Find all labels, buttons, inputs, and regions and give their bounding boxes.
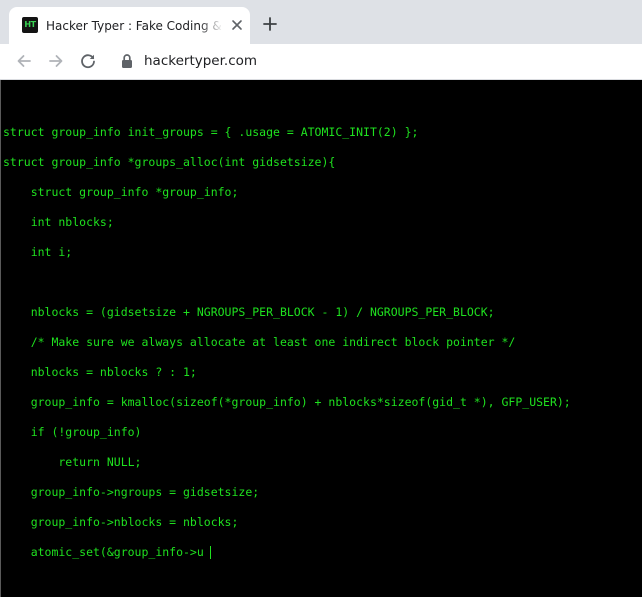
- code-line: int nblocks;: [3, 215, 114, 229]
- code-line: struct group_info *groups_alloc(int gids…: [3, 155, 336, 169]
- tab-title-fade: [199, 15, 223, 37]
- code-line: if (!group_info): [3, 425, 142, 439]
- code-line: group_info->nblocks = nblocks;: [3, 515, 239, 529]
- code-line: group_info = kmalloc(sizeof(*group_info)…: [3, 395, 571, 409]
- close-icon[interactable]: [229, 17, 245, 33]
- content-left-border: [0, 80, 1, 597]
- code-line: nblocks = nblocks ? : 1;: [3, 365, 197, 379]
- browser-tab[interactable]: HT Hacker Typer : Fake Coding & Hacker S…: [9, 7, 250, 44]
- lock-icon[interactable]: [120, 53, 134, 69]
- reload-icon[interactable]: [79, 52, 97, 70]
- browser-toolbar: hackertyper.com: [0, 44, 642, 80]
- arrow-right-icon[interactable]: [47, 52, 65, 70]
- code-line: return NULL;: [3, 455, 142, 469]
- code-line: int i;: [3, 245, 73, 259]
- code-line: /* Make sure we always allocate at least…: [3, 335, 516, 349]
- code-line: struct group_info *group_info;: [3, 185, 239, 199]
- arrow-left-icon[interactable]: [15, 52, 33, 70]
- code-line: atomic_set(&group_info->u: [3, 545, 204, 559]
- tab-strip: HT Hacker Typer : Fake Coding & Hacker S…: [0, 0, 642, 44]
- code-line: nblocks = (gidsetsize + NGROUPS_PER_BLOC…: [3, 305, 495, 319]
- new-tab-plus-icon[interactable]: [262, 16, 278, 32]
- favicon-icon: HT: [22, 17, 38, 33]
- code-line: group_info->ngroups = gidsetsize;: [3, 485, 260, 499]
- tab-title: Hacker Typer : Fake Coding & Hacker Simu…: [46, 19, 222, 33]
- code-terminal[interactable]: struct group_info init_groups = { .usage…: [0, 80, 642, 597]
- code-line: struct group_info init_groups = { .usage…: [3, 125, 419, 139]
- text-cursor: [210, 546, 211, 559]
- address-bar-url[interactable]: hackertyper.com: [144, 51, 257, 71]
